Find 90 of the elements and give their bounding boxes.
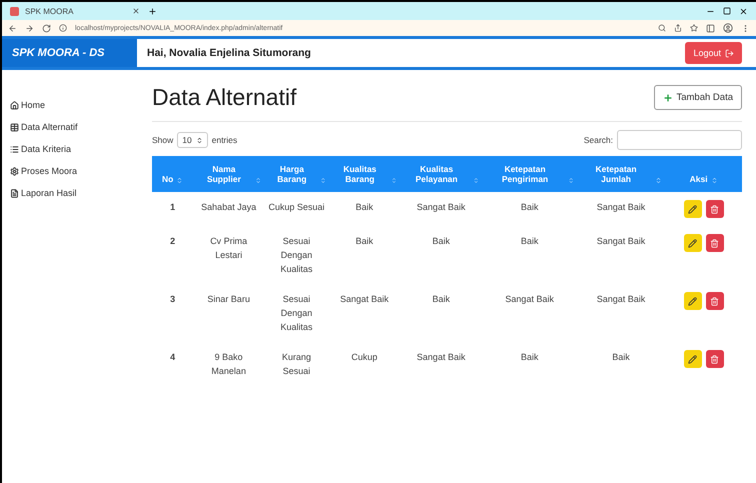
- plus-icon: [663, 92, 674, 102]
- entries-label: entries: [212, 135, 238, 145]
- table-cell: Cukup Sesuai: [268, 202, 325, 212]
- cogs-icon: [10, 166, 19, 176]
- table-cell: Sangat Baik: [416, 202, 466, 212]
- table-cell: Sangat Baik: [596, 294, 646, 304]
- trash-icon: [710, 238, 720, 248]
- logout-button[interactable]: Logout: [685, 42, 742, 64]
- edit-button[interactable]: [684, 350, 702, 368]
- tab-title[interactable]: SPK MOORA: [25, 6, 74, 16]
- trash-icon: [710, 204, 720, 214]
- delete-button[interactable]: [706, 234, 724, 252]
- table-cell: Baik: [520, 236, 538, 246]
- favicon-icon: [10, 6, 19, 16]
- home-icon: [10, 100, 19, 110]
- edit-button[interactable]: [684, 200, 702, 218]
- table-cell: Sangat Baik: [596, 202, 646, 212]
- table-cell: Baik: [612, 352, 630, 362]
- search-label: Search:: [584, 135, 613, 145]
- table-cell: Sesuai Dengan Kualitas: [280, 236, 313, 274]
- column-header[interactable]: Nama Supplier: [193, 156, 264, 192]
- column-header[interactable]: Aksi: [665, 156, 742, 192]
- table-cell: Baik: [520, 202, 538, 212]
- delete-button[interactable]: [706, 200, 724, 218]
- table-cell: Sangat Baik: [505, 294, 554, 304]
- delete-button[interactable]: [706, 292, 724, 310]
- table-cell: Kurang Sesuai: [282, 352, 312, 376]
- page-size-select[interactable]: 10: [177, 132, 208, 148]
- search-field[interactable]: [617, 130, 742, 150]
- sidebar-item[interactable]: Home: [10, 100, 142, 110]
- table-cell: 9 Bako Manelan: [211, 352, 246, 376]
- info-icon[interactable]: [59, 24, 67, 32]
- forward-icon[interactable]: [25, 24, 34, 32]
- table-icon: [10, 122, 19, 132]
- table-cell: Baik: [432, 294, 450, 304]
- edit-button[interactable]: [684, 292, 702, 310]
- column-header[interactable]: Kualitas Barang: [328, 156, 400, 192]
- show-label: Show: [152, 135, 174, 145]
- maximize-icon[interactable]: [723, 7, 731, 15]
- table-cell: Sangat Baik: [416, 352, 466, 362]
- table-cell: Sangat Baik: [596, 236, 646, 246]
- search-icon[interactable]: [658, 24, 666, 32]
- greeting-text: Hai, Novalia Enjelina Situmorang: [147, 47, 311, 59]
- pencil-icon: [688, 354, 698, 364]
- file-icon: [10, 188, 19, 198]
- brand-logo[interactable]: SPK MOORA - DS: [2, 39, 137, 67]
- delete-button[interactable]: [706, 350, 724, 368]
- add-button[interactable]: Tambah Data: [654, 85, 742, 110]
- sidebar-item[interactable]: Proses Moora: [10, 166, 142, 176]
- pencil-icon: [688, 238, 698, 248]
- trash-icon: [710, 354, 720, 364]
- sidebar-item[interactable]: Data Alternatif: [10, 122, 142, 132]
- table-cell: Cv Prima Lestari: [210, 236, 248, 260]
- column-header[interactable]: Ketepatan Pengiriman: [482, 156, 577, 192]
- table-cell: Sahabat Jaya: [201, 202, 256, 212]
- table-cell: Sesuai Dengan Kualitas: [280, 294, 313, 332]
- table-cell: Baik: [356, 236, 374, 246]
- column-header[interactable]: Harga Barang: [264, 156, 329, 192]
- new-tab-icon[interactable]: [148, 6, 157, 16]
- table-cell: Sangat Baik: [340, 294, 389, 304]
- logout-icon: [725, 48, 734, 58]
- list-icon: [10, 144, 19, 154]
- edit-button[interactable]: [684, 234, 702, 252]
- table-cell: 1: [170, 202, 176, 212]
- table-cell: 3: [170, 294, 176, 304]
- reload-icon[interactable]: [42, 24, 51, 32]
- trash-icon: [710, 296, 720, 306]
- page-title: Data Alternatif: [152, 84, 296, 111]
- star-icon[interactable]: [690, 24, 698, 32]
- sidebar-item[interactable]: Data Kriteria: [10, 144, 142, 154]
- table-cell: Baik: [432, 236, 450, 246]
- table-cell: 4: [170, 352, 176, 362]
- column-header[interactable]: Ketepatan Jumlah: [576, 156, 666, 192]
- table-cell: Baik: [356, 202, 374, 212]
- sidebar-item[interactable]: Laporan Hasil: [10, 188, 142, 198]
- share-icon[interactable]: [674, 24, 682, 32]
- caret-icon: [196, 136, 203, 144]
- table-cell: Sinar Baru: [207, 294, 250, 304]
- pencil-icon: [688, 204, 698, 214]
- table-cell: Baik: [520, 352, 538, 362]
- close-icon[interactable]: [739, 6, 748, 16]
- table-cell: 2: [170, 236, 176, 246]
- close-icon[interactable]: [132, 7, 140, 15]
- panel-icon[interactable]: [706, 24, 715, 32]
- column-header[interactable]: No: [152, 156, 194, 192]
- profile-icon[interactable]: [723, 23, 733, 33]
- column-header[interactable]: Kualitas Pelayanan: [400, 156, 482, 192]
- table-cell: Cukup: [351, 352, 378, 362]
- pencil-icon: [688, 296, 698, 306]
- back-icon[interactable]: [8, 24, 17, 32]
